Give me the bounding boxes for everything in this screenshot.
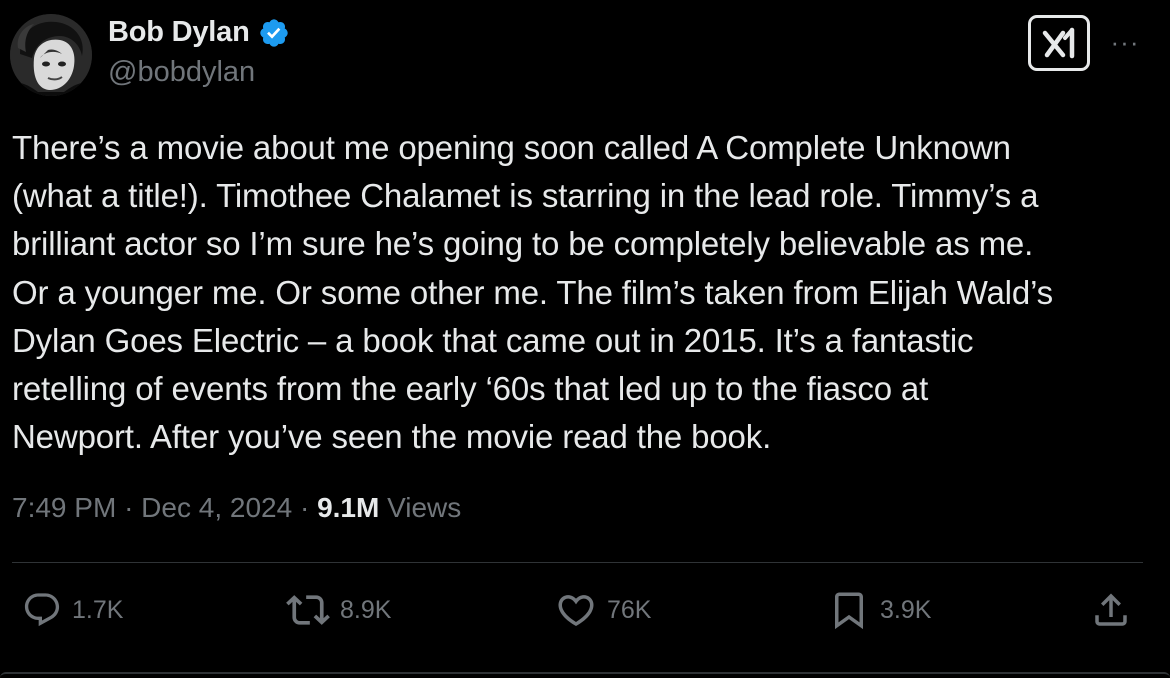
divider (12, 562, 1143, 563)
share-button[interactable] (1090, 588, 1132, 632)
avatar-image (10, 14, 92, 96)
avatar[interactable] (10, 14, 92, 96)
more-icon: ··· (1110, 26, 1140, 57)
share-icon (1095, 593, 1127, 626)
grok-icon (1042, 27, 1075, 59)
bookmark-button[interactable]: 3.9K (828, 588, 931, 632)
reply-icon (24, 593, 60, 627)
repost-icon (286, 595, 330, 625)
tweet-text: There’s a movie about me opening soon ca… (12, 124, 1132, 461)
tweet-time[interactable]: 7:49 PM (12, 492, 116, 523)
author-display-name[interactable]: Bob Dylan (108, 16, 250, 49)
tweet-text-line: brilliant actor so I’m sure he’s going t… (12, 225, 1034, 263)
tweet-text-line: Newport. After you’ve seen the movie rea… (12, 418, 772, 456)
heart-icon (558, 595, 594, 627)
like-button[interactable]: 76K (555, 588, 651, 632)
tweet-text-line: There’s a movie about me opening soon ca… (12, 129, 1011, 166)
tweet-date[interactable]: Dec 4, 2024 (141, 492, 292, 523)
meta-separator: · (299, 492, 310, 523)
tweet-text-line: Or a younger me. Or some other me. The f… (12, 273, 1054, 311)
repost-count: 8.9K (340, 595, 392, 624)
views-label: Views (387, 492, 462, 523)
grok-button[interactable] (1028, 15, 1090, 71)
bookmark-count: 3.9K (880, 595, 932, 624)
views-count[interactable]: 9.1M (317, 492, 379, 523)
reply-count: 1.7K (72, 595, 124, 624)
author-handle[interactable]: @bobdylan (108, 56, 255, 89)
tweet-card: Bob Dylan @bobdylan ··· There’s a movie … (0, 0, 1170, 678)
reply-button[interactable]: 1.7K (22, 588, 123, 632)
verified-badge-icon[interactable] (258, 17, 290, 49)
tweet-text-line: Dylan Goes Electric – a book that came o… (12, 321, 974, 359)
tweet-meta: 7:49 PM · Dec 4, 2024 · 9.1M Views (12, 492, 461, 524)
author-name-row: Bob Dylan (108, 16, 290, 49)
like-count: 76K (607, 595, 652, 624)
bookmark-icon (835, 592, 863, 630)
tweet-text-line: (what a title!). Timothee Chalamet is st… (12, 177, 1039, 215)
meta-separator: · (124, 492, 134, 523)
tweet-text-line: retelling of events from the early ‘60s … (12, 370, 929, 408)
more-options-button[interactable]: ··· (1108, 22, 1142, 62)
repost-button[interactable]: 8.9K (286, 588, 391, 632)
reply-box-edge (0, 672, 1170, 678)
